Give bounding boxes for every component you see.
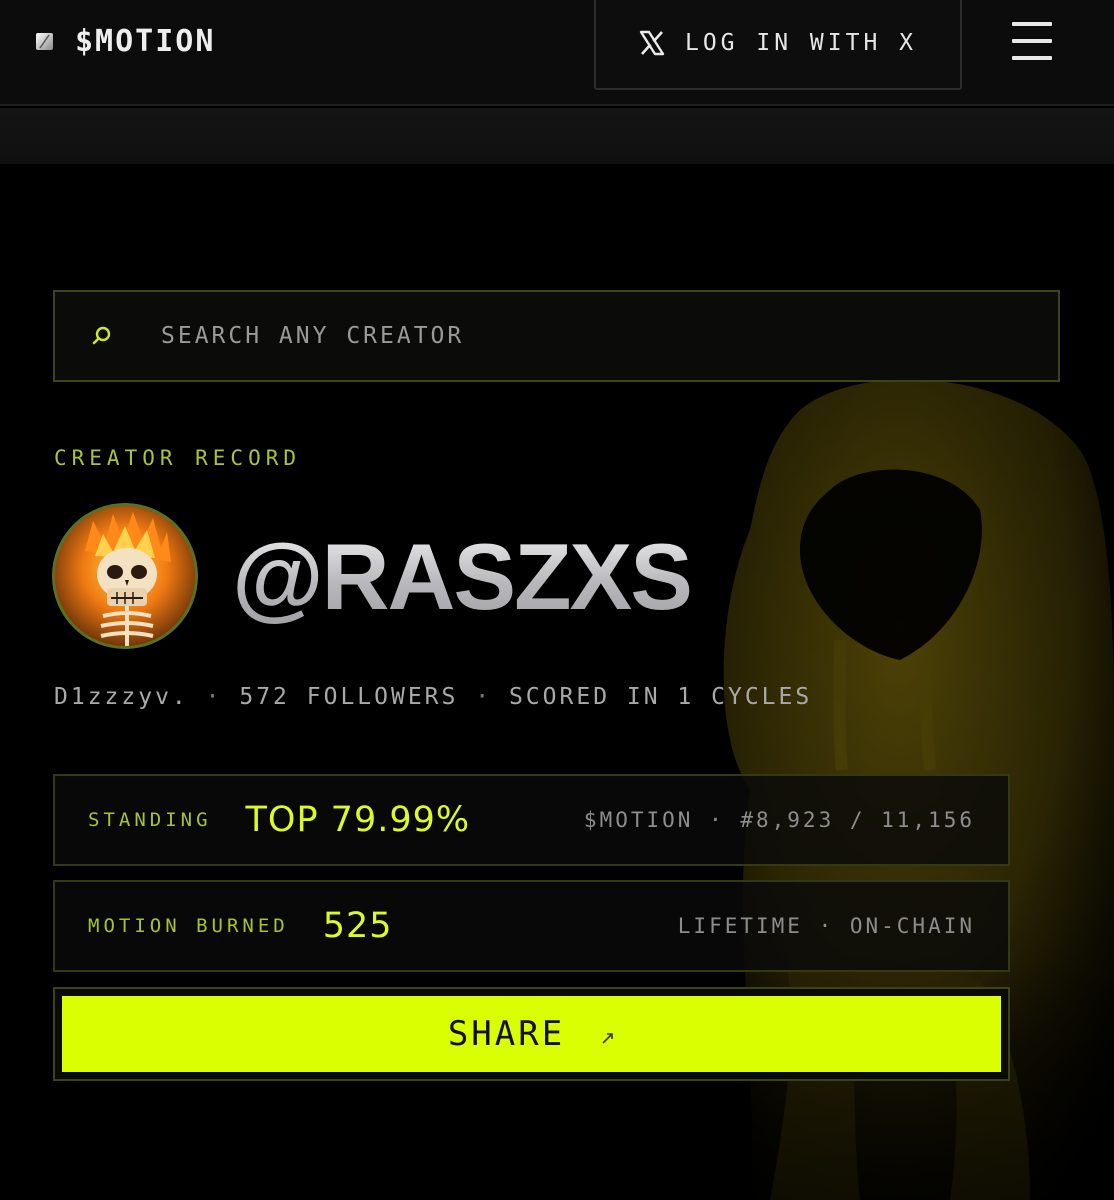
x-logo-icon [639,30,665,56]
login-with-x-button[interactable]: LOG IN WITH X [594,0,962,90]
display-name: D1zzzyv. [54,684,189,710]
motion-burned-panel: MOTION BURNED 525 LIFETIME · ON-CHAIN [53,880,1010,972]
brand[interactable]: $MOTION [36,20,215,62]
avatar [52,503,198,649]
motion-burned-value: 525 [322,906,393,946]
section-label: CREATOR RECORD [54,446,302,470]
brand-name: $MOTION [75,23,216,59]
meta-separator: · [475,684,493,710]
followers-count: 572 FOLLOWERS [239,684,459,710]
creator-search-bar[interactable] [53,290,1060,382]
standing-rank-detail: $MOTION · #8,923 / 11,156 [583,808,975,832]
skeleton-avatar-image [55,506,195,646]
share-button[interactable]: SHARE [62,996,1001,1072]
cycles-count: SCORED IN 1 CYCLES [508,684,813,710]
creator-meta: D1zzzyv. · 572 FOLLOWERS · SCORED IN 1 C… [54,684,812,710]
arrow-up-right-icon [602,1033,613,1044]
sub-header-strip [0,108,1114,164]
login-label: LOG IN WITH X [684,30,917,56]
top-navigation-bar: $MOTION LOG IN WITH X [0,0,1114,106]
search-icon [92,326,111,345]
hamburger-menu-icon[interactable] [1008,20,1056,64]
standing-label: STANDING [88,809,212,831]
creator-handle: @RASZXS [232,522,693,632]
brand-logo-icon [36,32,53,50]
motion-burned-label: MOTION BURNED [88,915,289,937]
search-input[interactable] [161,306,1058,366]
standing-panel: STANDING TOP 79.99% $MOTION · #8,923 / 1… [53,774,1010,866]
share-label: SHARE [447,1014,566,1054]
motion-burned-detail: LIFETIME · ON-CHAIN [677,914,975,938]
meta-separator: · [205,684,223,710]
standing-value: TOP 79.99% [245,800,471,840]
share-button-frame: SHARE [53,987,1010,1081]
